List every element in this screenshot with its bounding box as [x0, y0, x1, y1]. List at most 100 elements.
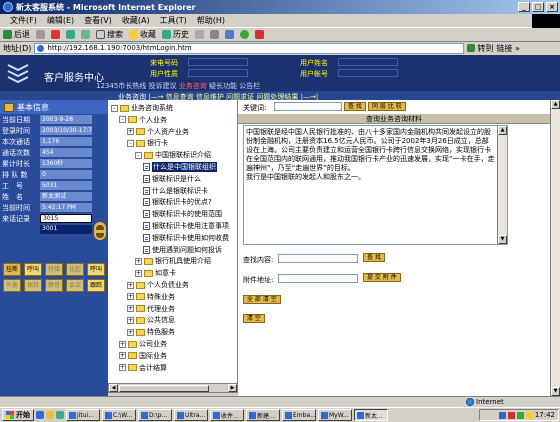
menu-tools[interactable]: 工具(T)	[160, 15, 187, 26]
close-button[interactable]: ×	[546, 2, 558, 12]
upload-attachment-button[interactable]: 提 交 附 件	[363, 273, 401, 282]
stop-button[interactable]	[51, 30, 60, 39]
search-button[interactable]: 查 找	[344, 102, 366, 111]
tree-node[interactable]: + 国际业务	[119, 351, 167, 361]
tree-node[interactable]: - 中国银联标识介绍	[135, 150, 211, 160]
nav-complaint[interactable]: 投诉建议	[149, 82, 177, 90]
links-button[interactable]: 链接 »	[496, 43, 519, 54]
answer-textarea[interactable]: 中国银联是经中国人民银行批准的、由八十多家国内金融机构共同发起设立的股份制金融机…	[243, 125, 508, 245]
tree-horizontal-scrollbar[interactable]: ◀ ▶	[108, 383, 238, 393]
tree-node[interactable]: + 特色服务	[127, 327, 175, 337]
menu-view[interactable]: 查看(V)	[84, 15, 112, 26]
expand-icon[interactable]: +	[127, 316, 134, 324]
maximize-button[interactable]: □	[532, 2, 544, 12]
task-item-active[interactable]: 新太...	[354, 409, 388, 421]
edit-button[interactable]	[225, 30, 234, 39]
tree-leaf[interactable]: 银联标识卡使用如何收费	[143, 233, 229, 243]
tree-node[interactable]: + 公司业务	[119, 339, 167, 349]
scroll-down-icon[interactable]: ▼	[498, 235, 507, 244]
mute-button[interactable]: 静音	[45, 279, 63, 292]
collapse-icon[interactable]: -	[135, 151, 142, 159]
hangup-button[interactable]: 挂断	[3, 263, 21, 276]
address-input[interactable]: http://192.168.1.190:7003/htmLogin.htm	[34, 42, 465, 54]
home-button[interactable]	[81, 30, 90, 39]
transfer-button[interactable]: 转接	[45, 263, 63, 276]
tree-node[interactable]: + 银行机具使用介绍	[135, 256, 211, 266]
clear-button[interactable]: 清 空	[243, 314, 265, 323]
forward-button[interactable]	[36, 30, 45, 39]
task-item[interactable]: MyW...	[318, 409, 352, 421]
expand-icon[interactable]: +	[127, 128, 134, 136]
expand-icon[interactable]: +	[135, 257, 142, 265]
task-item[interactable]: Jitui...	[66, 409, 100, 421]
history-button[interactable]: 历史	[162, 29, 189, 40]
track-button[interactable]: 跟踪	[87, 279, 105, 292]
favorites-button[interactable]: 收藏	[129, 29, 156, 40]
research-button[interactable]	[255, 30, 264, 39]
tree-leaf[interactable]: 银联标识卡使用注意事项	[143, 221, 229, 231]
scroll-thumb[interactable]	[119, 385, 209, 392]
tree-leaf[interactable]: 使用遇到问题如何投诉	[143, 245, 222, 255]
keyword-input[interactable]	[274, 102, 342, 111]
tree-leaf[interactable]: 银联标识卡的优点?	[143, 197, 212, 207]
caller-record-select[interactable]: 3015	[40, 214, 92, 223]
tree-leaf[interactable]: 什么是银联标识卡	[143, 186, 208, 196]
task-item[interactable]: Emba...	[282, 409, 316, 421]
task-item[interactable]: 新建...	[246, 409, 280, 421]
tree-leaf[interactable]: 什么是中国银联组织	[143, 162, 217, 172]
page-scrollbar[interactable]: ▲ ▼	[550, 100, 560, 396]
tree-node[interactable]: + 会计结算	[119, 363, 167, 373]
nav-functions[interactable]: 疑长功能	[209, 82, 237, 90]
menu-file[interactable]: 文件(F)	[10, 15, 37, 26]
back-button[interactable]: 后退	[3, 29, 30, 40]
expand-icon[interactable]: +	[119, 340, 126, 348]
page-scroll-up-icon[interactable]: ▲	[551, 100, 560, 109]
caller-record-option[interactable]: 3001	[40, 225, 92, 234]
dial-out-button[interactable]: 外拨	[3, 279, 21, 292]
task-item[interactable]: D:\p...	[138, 409, 172, 421]
attachment-input[interactable]	[278, 274, 358, 283]
scroll-right-icon[interactable]: ▶	[228, 384, 237, 392]
desktop-quicklaunch-icon[interactable]	[56, 411, 64, 419]
tree-node[interactable]: + 特殊业务	[127, 292, 175, 302]
conference-button[interactable]: 会议	[66, 279, 84, 292]
nav-consult[interactable]: 业务咨询	[179, 82, 207, 90]
query-button[interactable]: 查 找	[363, 253, 385, 262]
panel-toggle-icon[interactable]	[94, 222, 106, 240]
tree-node[interactable]: - 个人业务	[119, 115, 167, 125]
tree-node[interactable]: + 代理业务	[127, 304, 175, 314]
network-icon[interactable]	[498, 411, 506, 419]
start-button[interactable]: 开始	[2, 409, 34, 421]
search-button[interactable]: 搜索	[96, 29, 123, 40]
expand-icon[interactable]: +	[119, 352, 126, 360]
collapse-icon[interactable]: -	[119, 116, 126, 124]
folder-quicklaunch-icon[interactable]	[46, 411, 54, 419]
nav-hotline[interactable]: 12345市长热线	[96, 82, 146, 90]
antivirus-icon[interactable]	[507, 411, 515, 419]
menu-help[interactable]: 帮助(H)	[197, 15, 225, 26]
tree-node[interactable]: - 业务咨询系统	[111, 103, 173, 113]
collapse-icon[interactable]: -	[127, 139, 134, 147]
expand-icon[interactable]: +	[135, 269, 142, 277]
go-button[interactable]: 转到	[467, 43, 493, 54]
menu-favorites[interactable]: 收藏(A)	[122, 15, 150, 26]
messenger-tray-icon[interactable]	[525, 411, 533, 419]
expand-icon[interactable]: +	[127, 328, 134, 336]
expand-icon[interactable]: +	[127, 281, 134, 289]
menu-edit[interactable]: 编辑(E)	[47, 15, 74, 26]
hold-button[interactable]: 挂起	[66, 263, 84, 276]
tree-node[interactable]: - 银行卡	[127, 138, 168, 148]
scroll-left-icon[interactable]: ◀	[109, 384, 118, 392]
refresh-button[interactable]	[66, 30, 75, 39]
tree-leaf[interactable]: 银联标识是什么	[143, 174, 201, 184]
call-button[interactable]: 呼叫	[24, 263, 42, 276]
tree-node[interactable]: + 如意卡	[135, 268, 176, 278]
expand-icon[interactable]: +	[119, 364, 126, 372]
messenger-button[interactable]	[240, 30, 249, 39]
expand-icon[interactable]: +	[127, 305, 134, 313]
call-button-2[interactable]: 呼叫	[87, 263, 105, 276]
answer-scrollbar[interactable]: ▲ ▼	[497, 126, 507, 244]
collapse-icon[interactable]: -	[111, 104, 118, 112]
ie-quicklaunch-icon[interactable]	[36, 411, 44, 419]
compare-button[interactable]: 同 层 比 较	[368, 102, 406, 111]
